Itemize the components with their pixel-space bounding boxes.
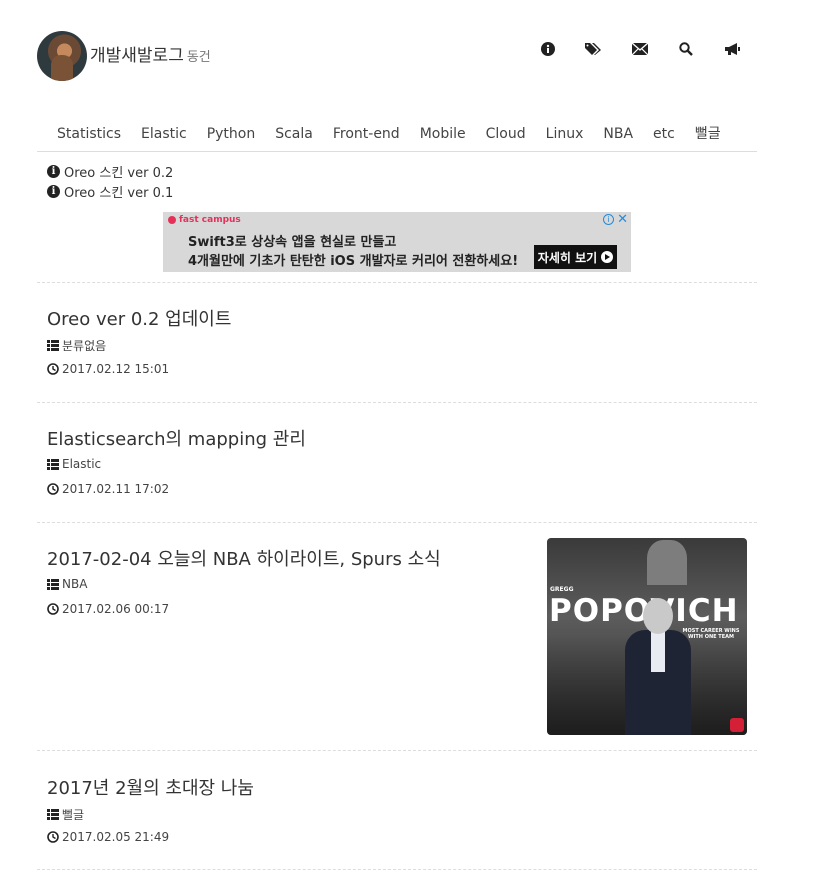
list-icon [47, 809, 59, 820]
nav-item-etc[interactable]: etc [653, 122, 675, 151]
post-date: 2017.02.06 00:17 [47, 602, 169, 616]
nav-item-scala[interactable]: Scala [275, 122, 313, 151]
search-icon[interactable] [675, 40, 697, 58]
bullhorn-icon[interactable] [721, 40, 743, 58]
list-icon [47, 340, 59, 351]
brand-logo-icon [168, 216, 176, 224]
site-title[interactable]: 개발새발로그 동건 [90, 41, 211, 66]
ad-headline-1: Swift3로 상상속 앱을 현실로 만들고 [188, 235, 397, 250]
clock-icon [47, 363, 59, 375]
nba-logo-icon [730, 718, 744, 732]
ad-brand-text: fast campus [179, 215, 241, 225]
post-date-label: 2017.02.11 17:02 [62, 482, 170, 496]
post-thumbnail[interactable]: GREGG POPOVICH MOST CAREER WINS WITH ONE… [547, 538, 747, 735]
notice-item[interactable]: i Oreo 스킨 ver 0.1 [47, 181, 173, 201]
info-icon: i [47, 164, 60, 178]
notice-item[interactable]: i Oreo 스킨 ver 0.2 [47, 161, 173, 181]
thumbnail-player-figure [647, 540, 687, 585]
info-icon[interactable] [537, 40, 559, 58]
nav-item-nba[interactable]: NBA [603, 122, 633, 151]
envelope-icon[interactable] [629, 40, 651, 58]
nav-item-python[interactable]: Python [207, 122, 256, 151]
post-item: 2017-02-04 오늘의 NBA 하이라이트, Spurs 소식 NBA 2… [37, 522, 757, 750]
post-category-label[interactable]: 뻘글 [62, 806, 84, 823]
nav-item-mobile[interactable]: Mobile [420, 122, 466, 151]
post-date-label: 2017.02.05 21:49 [62, 830, 170, 844]
post-category[interactable]: Elastic [47, 457, 101, 471]
notice-label[interactable]: Oreo 스킨 ver 0.2 [64, 162, 173, 181]
info-icon: i [47, 184, 60, 198]
clock-icon [47, 831, 59, 843]
clock-icon [47, 483, 59, 495]
post-date-label: 2017.02.06 00:17 [62, 602, 170, 616]
thumbnail-top-text: GREGG [550, 586, 574, 593]
post-category[interactable]: 분류없음 [47, 337, 106, 354]
post-date: 2017.02.05 21:49 [47, 830, 169, 844]
nav-item-statistics[interactable]: Statistics [57, 122, 121, 151]
post-date-label: 2017.02.12 15:01 [62, 362, 170, 376]
site-subtitle: 동건 [186, 50, 211, 65]
post-title[interactable]: Oreo ver 0.2 업데이트 [47, 305, 231, 331]
nav-item-linux[interactable]: Linux [546, 122, 584, 151]
clock-icon [47, 603, 59, 615]
post-category-label[interactable]: 분류없음 [62, 337, 106, 354]
notice-label[interactable]: Oreo 스킨 ver 0.1 [64, 182, 173, 201]
nav-item-misc[interactable]: 뻘글 [695, 122, 721, 151]
post-item: Oreo ver 0.2 업데이트 분류없음 2017.02.12 15:01 [37, 282, 757, 402]
ad-cta-button[interactable]: 자세히 보기 [534, 245, 617, 269]
ad-close-icon[interactable]: ✕ [617, 212, 628, 227]
nav-item-cloud[interactable]: Cloud [486, 122, 526, 151]
post-date: 2017.02.11 17:02 [47, 482, 169, 496]
ad-brand: fast campus [168, 215, 241, 225]
post-title[interactable]: Elasticsearch의 mapping 관리 [47, 425, 306, 451]
post-date: 2017.02.12 15:01 [47, 362, 169, 376]
post-item: 2017년 2월의 초대장 나눔 뻘글 2017.02.05 21:49 [37, 750, 757, 870]
ad-info-icon[interactable]: i [603, 214, 614, 225]
post-category[interactable]: 뻘글 [47, 806, 84, 823]
list-icon [47, 458, 59, 470]
thumbnail-coach-figure [625, 598, 691, 735]
post-category-label[interactable]: Elastic [62, 457, 101, 471]
post-category-label[interactable]: NBA [62, 577, 87, 591]
avatar[interactable] [37, 31, 87, 81]
play-icon [601, 251, 614, 263]
list-icon [47, 578, 59, 590]
category-nav: Statistics Elastic Python Scala Front-en… [37, 122, 757, 152]
ad-headline-2: 4개월만에 기초가 탄탄한 iOS 개발자로 커리어 전환하세요! [188, 254, 519, 269]
post-title[interactable]: 2017년 2월의 초대장 나눔 [47, 774, 254, 800]
ad-banner[interactable]: fast campus Swift3로 상상속 앱을 현실로 만들고 4개월만에… [163, 212, 631, 272]
header-icon-bar [537, 40, 743, 58]
nav-item-front-end[interactable]: Front-end [333, 122, 400, 151]
post-item: Elasticsearch의 mapping 관리 Elastic 2017.0… [37, 402, 757, 522]
site-title-text[interactable]: 개발새발로그 [90, 46, 184, 66]
notice-list: i Oreo 스킨 ver 0.2 i Oreo 스킨 ver 0.1 [47, 161, 173, 201]
post-category[interactable]: NBA [47, 577, 87, 591]
nav-item-elastic[interactable]: Elastic [141, 122, 187, 151]
blog-header: 개발새발로그 동건 [37, 31, 757, 81]
ad-cta-label: 자세히 보기 [537, 250, 598, 265]
tags-icon[interactable] [583, 40, 605, 58]
post-title[interactable]: 2017-02-04 오늘의 NBA 하이라이트, Spurs 소식 [47, 545, 441, 571]
